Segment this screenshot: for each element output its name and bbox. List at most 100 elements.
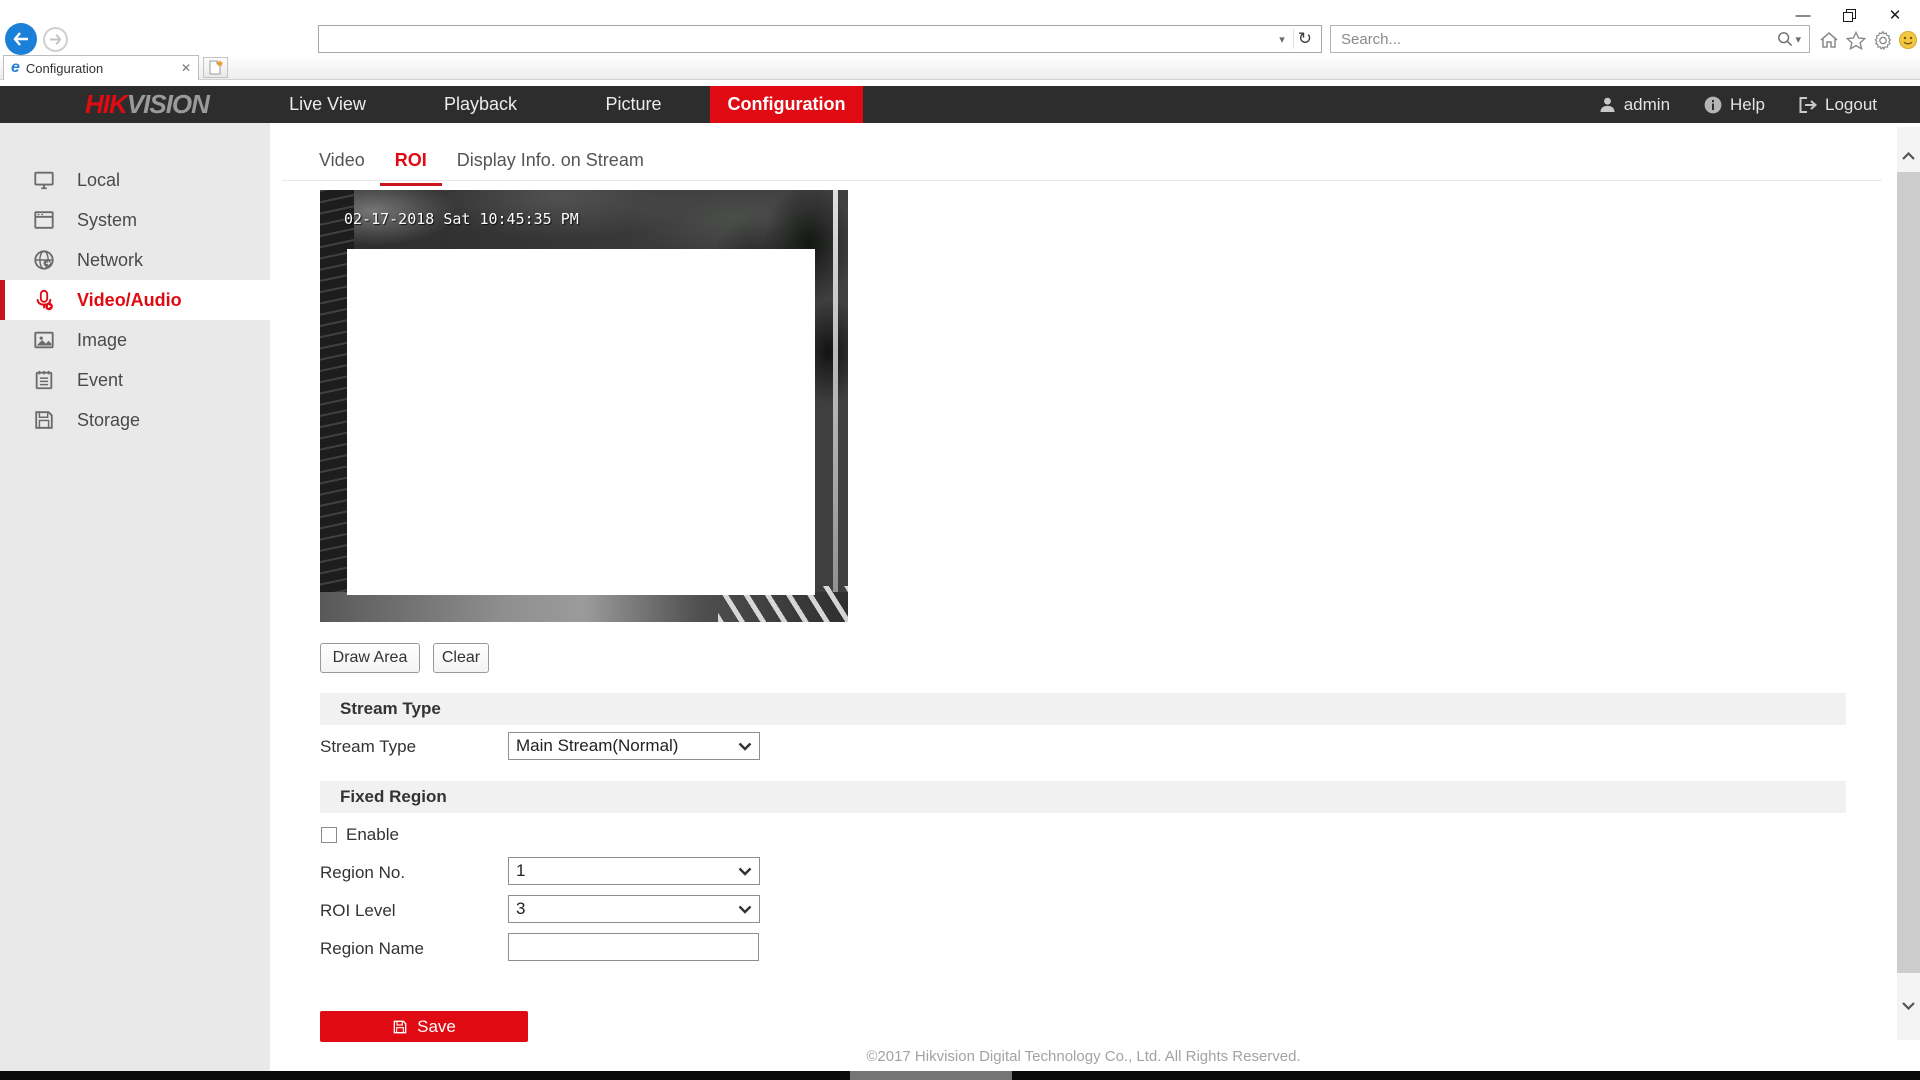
sidebar-item-label: Network [77, 250, 143, 271]
scrollbar-thumb[interactable] [1897, 172, 1920, 973]
logout-button[interactable]: Logout [1799, 95, 1877, 115]
feedback-smiley-icon[interactable] [1897, 29, 1919, 51]
roi-drawn-region[interactable] [347, 249, 815, 595]
scrollbar-up-button[interactable] [1897, 145, 1920, 167]
region-name-label: Region Name [320, 939, 424, 959]
nav-configuration[interactable]: Configuration [710, 86, 863, 123]
address-bar[interactable]: ▾ ↻ [318, 25, 1322, 53]
enable-label[interactable]: Enable [346, 825, 399, 845]
chevron-up-icon [1902, 152, 1915, 160]
page-scrollbar[interactable] [1897, 127, 1920, 1040]
sidebar-item-event[interactable]: Event [0, 360, 270, 400]
logo-vision: VISION [127, 89, 209, 119]
nav-picture[interactable]: Picture [557, 86, 710, 123]
address-dropdown-icon[interactable]: ▾ [1271, 33, 1293, 46]
camera-preview[interactable]: 02-17-2018 Sat 10:45:35 PM [320, 190, 848, 622]
sidebar-item-system[interactable]: System [0, 200, 270, 240]
save-label: Save [417, 1017, 456, 1037]
restore-button[interactable] [1834, 3, 1864, 27]
logout-label: Logout [1825, 95, 1877, 115]
enable-checkbox[interactable] [321, 827, 337, 843]
home-icon[interactable] [1818, 29, 1840, 51]
roi-level-value: 3 [509, 899, 731, 919]
username: admin [1624, 95, 1670, 115]
hikvision-configuration-page: ▾ ↻ ▾ [0, 0, 1920, 1080]
region-no-value: 1 [509, 861, 731, 881]
sidebar-item-image[interactable]: Image [0, 320, 270, 360]
favorites-star-icon[interactable] [1845, 29, 1867, 51]
globe-icon [33, 249, 55, 271]
clear-button[interactable]: Clear [433, 643, 489, 673]
browser-search-box[interactable]: ▾ [1330, 25, 1810, 53]
video-pole-region [833, 190, 838, 610]
stream-type-section-header: Stream Type [320, 693, 1846, 725]
hikvision-logo: HIKVISION [85, 90, 209, 118]
sidebar-item-video-audio[interactable]: Video/Audio [0, 280, 270, 320]
taskbar-sliver [0, 1071, 1920, 1080]
draw-area-button[interactable]: Draw Area [320, 643, 420, 673]
ie-logo-icon: e [11, 60, 20, 76]
copyright-footer: ©2017 Hikvision Digital Technology Co., … [270, 1048, 1897, 1065]
search-input[interactable] [1331, 27, 1777, 51]
stream-type-value: Main Stream(Normal) [509, 736, 731, 756]
stream-type-section-title: Stream Type [340, 699, 441, 719]
browser-chrome: ▾ ↻ ▾ [0, 0, 1920, 80]
main-content: Video ROI Display Info. on Stream 02-17-… [270, 123, 1897, 1071]
fixed-region-section-header: Fixed Region [320, 781, 1846, 813]
monitor-icon [33, 169, 55, 191]
nav-playback[interactable]: Playback [404, 86, 557, 123]
tab-title: Configuration [26, 61, 175, 76]
browser-tab-configuration[interactable]: e Configuration ✕ [3, 55, 199, 80]
back-arrow-icon [13, 32, 29, 46]
tabs-divider [282, 180, 1882, 181]
browser-back-button[interactable] [5, 23, 37, 55]
region-no-select[interactable]: 1 [508, 857, 760, 885]
user-menu: admin [1599, 95, 1670, 115]
system-window-icon [33, 209, 55, 231]
taskbar-segment [850, 1071, 1012, 1080]
search-icon[interactable] [1777, 31, 1793, 47]
help-button[interactable]: Help [1704, 95, 1765, 115]
new-tab-page-icon [208, 59, 224, 76]
sidebar-item-label: Video/Audio [77, 290, 182, 311]
save-button[interactable]: Save [320, 1011, 528, 1042]
stream-type-select[interactable]: Main Stream(Normal) [508, 732, 760, 760]
sidebar-item-label: Event [77, 370, 123, 391]
microphone-icon [33, 289, 55, 311]
sidebar-item-local[interactable]: Local [0, 160, 270, 200]
sidebar-item-label: System [77, 210, 137, 231]
refresh-icon[interactable]: ↻ [1293, 29, 1321, 49]
osd-timestamp: 02-17-2018 Sat 10:45:35 PM [344, 210, 579, 228]
storage-disk-icon [33, 409, 55, 431]
region-no-label: Region No. [320, 863, 405, 883]
help-info-icon [1704, 96, 1722, 114]
help-label: Help [1730, 95, 1765, 115]
close-window-button[interactable]: ✕ [1880, 3, 1910, 27]
scrollbar-down-button[interactable] [1897, 995, 1920, 1017]
stream-type-label: Stream Type [320, 737, 416, 757]
nav-live-view[interactable]: Live View [251, 86, 404, 123]
event-icon [33, 369, 55, 391]
app-header: HIKVISION Live View Playback Picture Con… [0, 86, 1920, 123]
sidebar-item-network[interactable]: Network [0, 240, 270, 280]
restore-icon [1843, 9, 1856, 22]
fixed-region-section-title: Fixed Region [340, 787, 447, 807]
new-tab-button[interactable] [203, 57, 228, 78]
minimize-button[interactable]: — [1788, 3, 1818, 27]
sidebar-item-storage[interactable]: Storage [0, 400, 270, 440]
sidebar-item-label: Storage [77, 410, 140, 431]
settings-gear-icon[interactable] [1872, 29, 1894, 51]
region-name-input[interactable] [508, 933, 759, 961]
search-dropdown-icon[interactable]: ▾ [1793, 33, 1809, 46]
image-icon [33, 329, 55, 351]
roi-level-select[interactable]: 3 [508, 895, 760, 923]
browser-tab-strip: e Configuration ✕ [0, 55, 1920, 80]
chevron-down-icon [731, 742, 759, 751]
address-input[interactable] [319, 27, 1271, 51]
chevron-down-icon [731, 905, 759, 914]
browser-forward-button[interactable] [43, 27, 68, 52]
forward-arrow-icon [49, 34, 62, 45]
header-user-area: admin Help Logout [1599, 86, 1877, 123]
close-tab-icon[interactable]: ✕ [181, 61, 191, 75]
chevron-down-icon [1902, 1002, 1915, 1010]
